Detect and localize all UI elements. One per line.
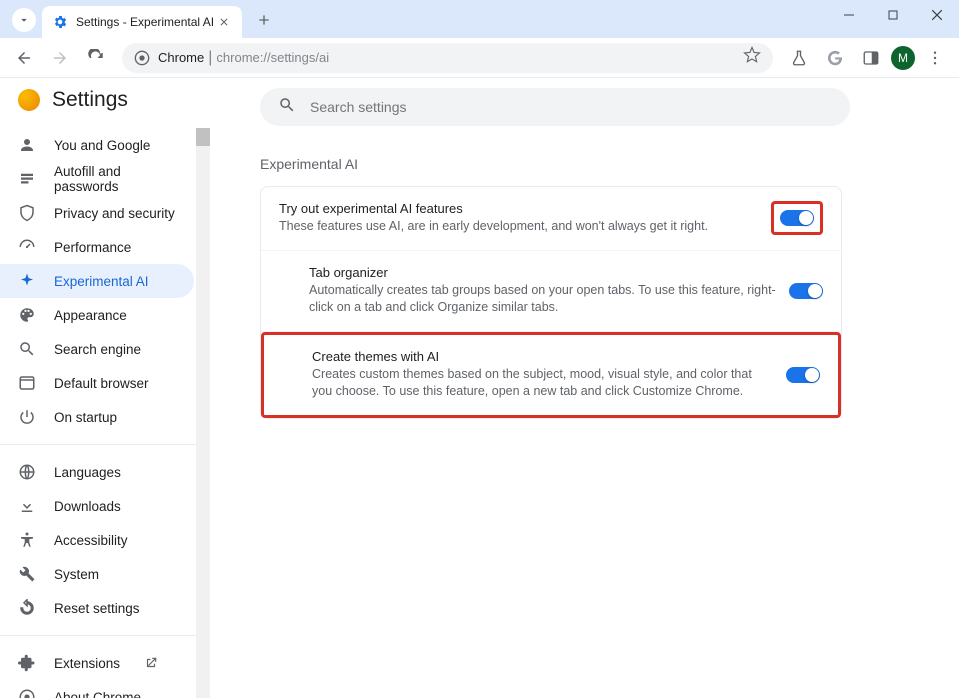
tab-search-button[interactable] <box>12 8 36 32</box>
profile-avatar[interactable]: M <box>891 46 915 70</box>
sidebar-item-search-engine[interactable]: Search engine <box>0 332 194 366</box>
settings-header: Settings <box>18 88 128 112</box>
sidebar-item-on-startup[interactable]: On startup <box>0 400 194 434</box>
section-desc: These features use AI, are in early deve… <box>279 218 759 236</box>
section-tab-organizer: Tab organizer Automatically creates tab … <box>261 250 841 331</box>
sidebar-item-privacy[interactable]: Privacy and security <box>0 196 194 230</box>
settings-card: Try out experimental AI features These f… <box>260 186 842 419</box>
download-icon <box>18 497 36 515</box>
page-heading: Experimental AI <box>260 156 899 172</box>
toggle-tab-organizer[interactable] <box>789 283 823 299</box>
section-try-ai: Try out experimental AI features These f… <box>261 187 841 250</box>
minimize-button[interactable] <box>827 0 871 30</box>
settings-sidebar: You and Google Autofill and passwords Pr… <box>0 78 210 698</box>
bookmark-star-icon[interactable] <box>743 46 761 69</box>
wrench-icon <box>18 565 36 583</box>
back-button[interactable] <box>8 42 40 74</box>
gear-icon <box>52 14 68 30</box>
section-create-themes-wrapper: Create themes with AI Creates custom the… <box>261 331 841 418</box>
url-path: chrome://settings/ai <box>216 50 329 65</box>
external-link-icon <box>144 656 158 670</box>
person-icon <box>18 136 36 154</box>
search-settings-input[interactable] <box>260 88 850 126</box>
reset-icon <box>18 599 36 617</box>
browser-toolbar: Chrome | chrome://settings/ai M <box>0 38 959 78</box>
sidebar-item-default-browser[interactable]: Default browser <box>0 366 194 400</box>
sidebar-item-autofill[interactable]: Autofill and passwords <box>0 162 194 196</box>
browser-titlebar: Settings - Experimental AI <box>0 0 959 38</box>
autofill-icon <box>18 170 36 188</box>
sidebar-item-extensions[interactable]: Extensions <box>0 646 194 680</box>
sidebar-item-about[interactable]: About Chrome <box>0 680 194 698</box>
section-title: Tab organizer <box>309 265 777 280</box>
palette-icon <box>18 306 36 324</box>
forward-button[interactable] <box>44 42 76 74</box>
globe-icon <box>18 463 36 481</box>
shield-icon <box>18 204 36 222</box>
section-desc: Automatically creates tab groups based o… <box>309 282 777 317</box>
tab-title: Settings - Experimental AI <box>76 15 216 29</box>
scrollbar[interactable] <box>196 128 210 698</box>
divider <box>0 444 210 445</box>
scrollbar-thumb[interactable] <box>196 128 210 146</box>
browser-icon <box>18 374 36 392</box>
address-bar[interactable]: Chrome | chrome://settings/ai <box>122 43 773 73</box>
menu-button[interactable] <box>919 42 951 74</box>
browser-tab[interactable]: Settings - Experimental AI <box>42 6 242 38</box>
highlight-box <box>771 201 823 235</box>
sidebar-item-downloads[interactable]: Downloads <box>0 489 194 523</box>
chrome-icon <box>134 50 150 66</box>
google-icon[interactable] <box>819 42 851 74</box>
section-title: Create themes with AI <box>312 349 774 364</box>
maximize-button[interactable] <box>871 0 915 30</box>
extension-icon <box>18 654 36 672</box>
section-desc: Creates custom themes based on the subje… <box>312 366 774 401</box>
close-icon[interactable] <box>216 14 232 30</box>
sidebar-item-reset[interactable]: Reset settings <box>0 591 194 625</box>
close-window-button[interactable] <box>915 0 959 30</box>
settings-logo-icon <box>18 89 40 111</box>
speedometer-icon <box>18 238 36 256</box>
settings-title: Settings <box>52 88 128 112</box>
sidebar-item-appearance[interactable]: Appearance <box>0 298 194 332</box>
divider <box>0 635 210 636</box>
sidebar-item-experimental-ai[interactable]: Experimental AI <box>0 264 194 298</box>
power-icon <box>18 408 36 426</box>
toggle-try-ai[interactable] <box>780 210 814 226</box>
search-icon <box>18 340 36 358</box>
search-settings-field[interactable] <box>310 99 832 115</box>
new-tab-button[interactable] <box>250 6 278 34</box>
search-icon <box>278 96 296 119</box>
sidebar-item-accessibility[interactable]: Accessibility <box>0 523 194 557</box>
section-title: Try out experimental AI features <box>279 201 759 216</box>
url-scheme: Chrome <box>158 50 204 65</box>
sidebar-item-system[interactable]: System <box>0 557 194 591</box>
reload-button[interactable] <box>80 42 112 74</box>
settings-main-panel: Experimental AI Try out experimental AI … <box>210 78 959 698</box>
sidebar-item-languages[interactable]: Languages <box>0 455 194 489</box>
toggle-create-themes[interactable] <box>786 367 820 383</box>
accessibility-icon <box>18 531 36 549</box>
labs-icon[interactable] <box>783 42 815 74</box>
window-controls <box>827 0 959 30</box>
sidebar-item-performance[interactable]: Performance <box>0 230 194 264</box>
chrome-logo-icon <box>18 688 36 698</box>
sparkle-icon <box>18 272 36 290</box>
sidebar-item-you-google[interactable]: You and Google <box>0 128 194 162</box>
side-panel-icon[interactable] <box>855 42 887 74</box>
